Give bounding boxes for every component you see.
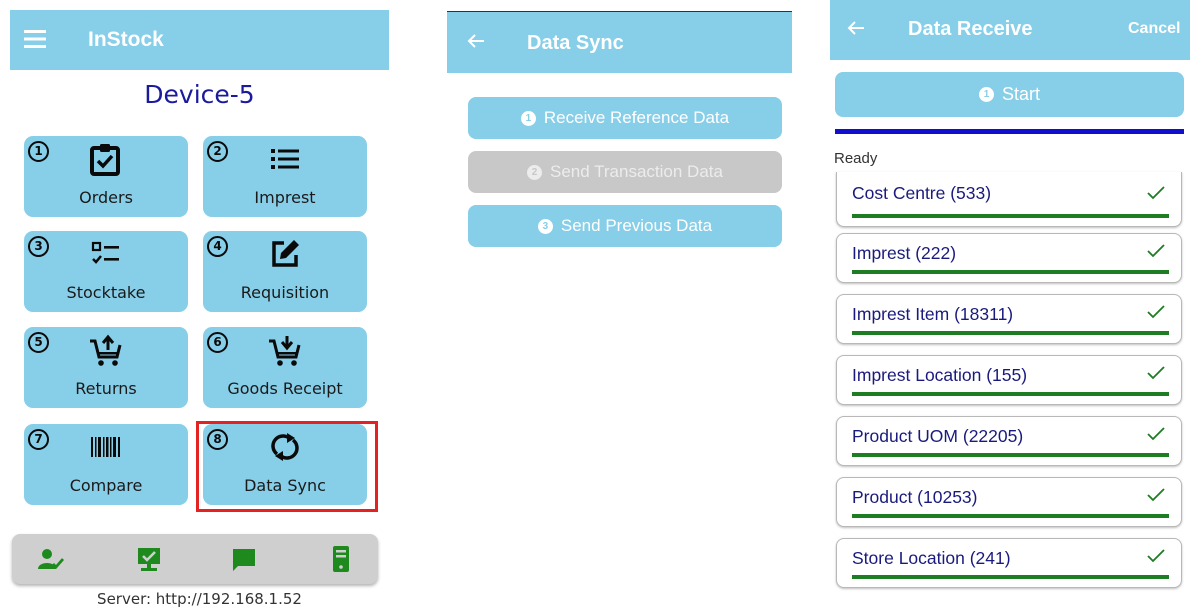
tile-imprest[interactable]: 2 Imprest — [203, 136, 367, 217]
phone-device-icon[interactable] — [332, 545, 350, 577]
user-check-icon[interactable] — [38, 547, 65, 575]
monitor-check-icon[interactable] — [136, 546, 162, 576]
progress-bar — [852, 214, 1169, 218]
progress-bar — [852, 453, 1169, 457]
tile-number: 1 — [28, 141, 49, 162]
progress-bar — [852, 514, 1169, 518]
item-label: Product UOM (22205) — [852, 426, 1024, 446]
check-icon — [1147, 304, 1165, 323]
tile-returns[interactable]: 5 Returns — [24, 327, 188, 408]
item-label: Imprest Item (18311) — [852, 304, 1014, 324]
sync-title: Data Sync — [527, 32, 624, 54]
tile-number: 4 — [207, 236, 228, 257]
list-item: Product (10253) — [836, 477, 1182, 527]
button-label: Send Previous Data — [560, 216, 713, 235]
barcode-icon — [89, 434, 123, 464]
progress-bar — [852, 270, 1169, 274]
send-transaction-data-button: 2 Send Transaction Data — [468, 151, 782, 193]
send-previous-data-button[interactable]: 3 Send Previous Data — [468, 205, 782, 247]
item-label: Imprest Location (155) — [852, 365, 1028, 385]
tile-number: 3 — [28, 236, 49, 257]
edit-square-icon — [268, 237, 302, 275]
item-label: Product (10253) — [852, 487, 978, 507]
item-label: Store Location (241) — [852, 548, 1011, 568]
device-title: Device-5 — [144, 80, 255, 109]
check-icon — [1147, 548, 1165, 567]
button-number: 3 — [537, 218, 553, 234]
checklist-icon — [89, 237, 123, 275]
check-icon — [1147, 365, 1165, 384]
list-item: Product UOM (22205) — [836, 416, 1182, 466]
bottom-toolbar — [12, 534, 378, 584]
app-title: InStock — [88, 28, 164, 51]
tile-number: 6 — [207, 332, 228, 353]
tile-compare[interactable]: 7 Compare — [24, 424, 188, 505]
button-label: Send Transaction Data — [550, 162, 723, 181]
chat-icon[interactable] — [231, 547, 257, 577]
check-icon — [1147, 487, 1165, 506]
start-button[interactable]: 1 Start — [835, 72, 1184, 117]
tile-label: Stocktake — [66, 283, 146, 302]
tile-label: Compare — [69, 476, 143, 495]
menu-icon[interactable] — [24, 30, 46, 52]
check-icon — [1147, 243, 1165, 262]
button-number: 1 — [520, 110, 536, 126]
back-arrow-icon[interactable] — [467, 33, 485, 53]
button-number: 2 — [527, 164, 543, 180]
tile-number: 5 — [28, 332, 49, 353]
button-number: 1 — [978, 87, 994, 102]
button-label: Receive Reference Data — [543, 108, 730, 127]
tile-requisition[interactable]: 4 Requisition — [203, 231, 367, 312]
tile-label: Goods Receipt — [227, 379, 343, 398]
cart-download-icon — [267, 333, 303, 373]
tile-label: Returns — [75, 379, 137, 398]
tile-label: Imprest — [254, 188, 316, 207]
home-header: InStock — [10, 10, 389, 70]
item-label: Imprest (222) — [852, 243, 957, 263]
item-label: Cost Centre (533) — [852, 183, 992, 203]
progress-bar — [852, 575, 1169, 579]
list-icon — [268, 142, 302, 180]
list-item: Cost Centre (533) — [836, 172, 1182, 227]
list-item: Imprest Item (18311) — [836, 294, 1182, 344]
progress-bar — [852, 392, 1169, 396]
tile-stocktake[interactable]: 3 Stocktake — [24, 231, 188, 312]
list-item: Store Location (241) — [836, 538, 1182, 588]
check-icon — [1147, 185, 1165, 204]
tile-orders[interactable]: 1 Orders — [24, 136, 188, 217]
progress-bar — [852, 331, 1169, 335]
receive-title: Data Receive — [908, 18, 1033, 40]
status-text: Ready — [834, 150, 878, 167]
tile-goods-receipt[interactable]: 6 Goods Receipt — [203, 327, 367, 408]
tile-number: 7 — [28, 429, 49, 450]
server-text: Server: http://192.168.1.52 — [97, 590, 302, 608]
back-arrow-icon[interactable] — [847, 20, 865, 40]
sync-header: Data Sync — [447, 11, 792, 73]
highlight-box — [196, 421, 378, 512]
button-label: Start — [1001, 84, 1040, 104]
list-item: Imprest Location (155) — [836, 355, 1182, 405]
clipboard-check-icon — [89, 142, 123, 180]
receive-header: Data Receive Cancel — [830, 0, 1190, 60]
receive-reference-data-button[interactable]: 1 Receive Reference Data — [468, 97, 782, 139]
tile-label: Requisition — [240, 283, 330, 302]
tile-label: Orders — [79, 188, 133, 207]
progress-divider — [835, 129, 1184, 134]
cancel-button[interactable]: Cancel — [1128, 20, 1180, 38]
cart-upload-icon — [88, 333, 124, 373]
check-icon — [1147, 426, 1165, 445]
tile-number: 2 — [207, 141, 228, 162]
list-item: Imprest (222) — [836, 233, 1182, 283]
